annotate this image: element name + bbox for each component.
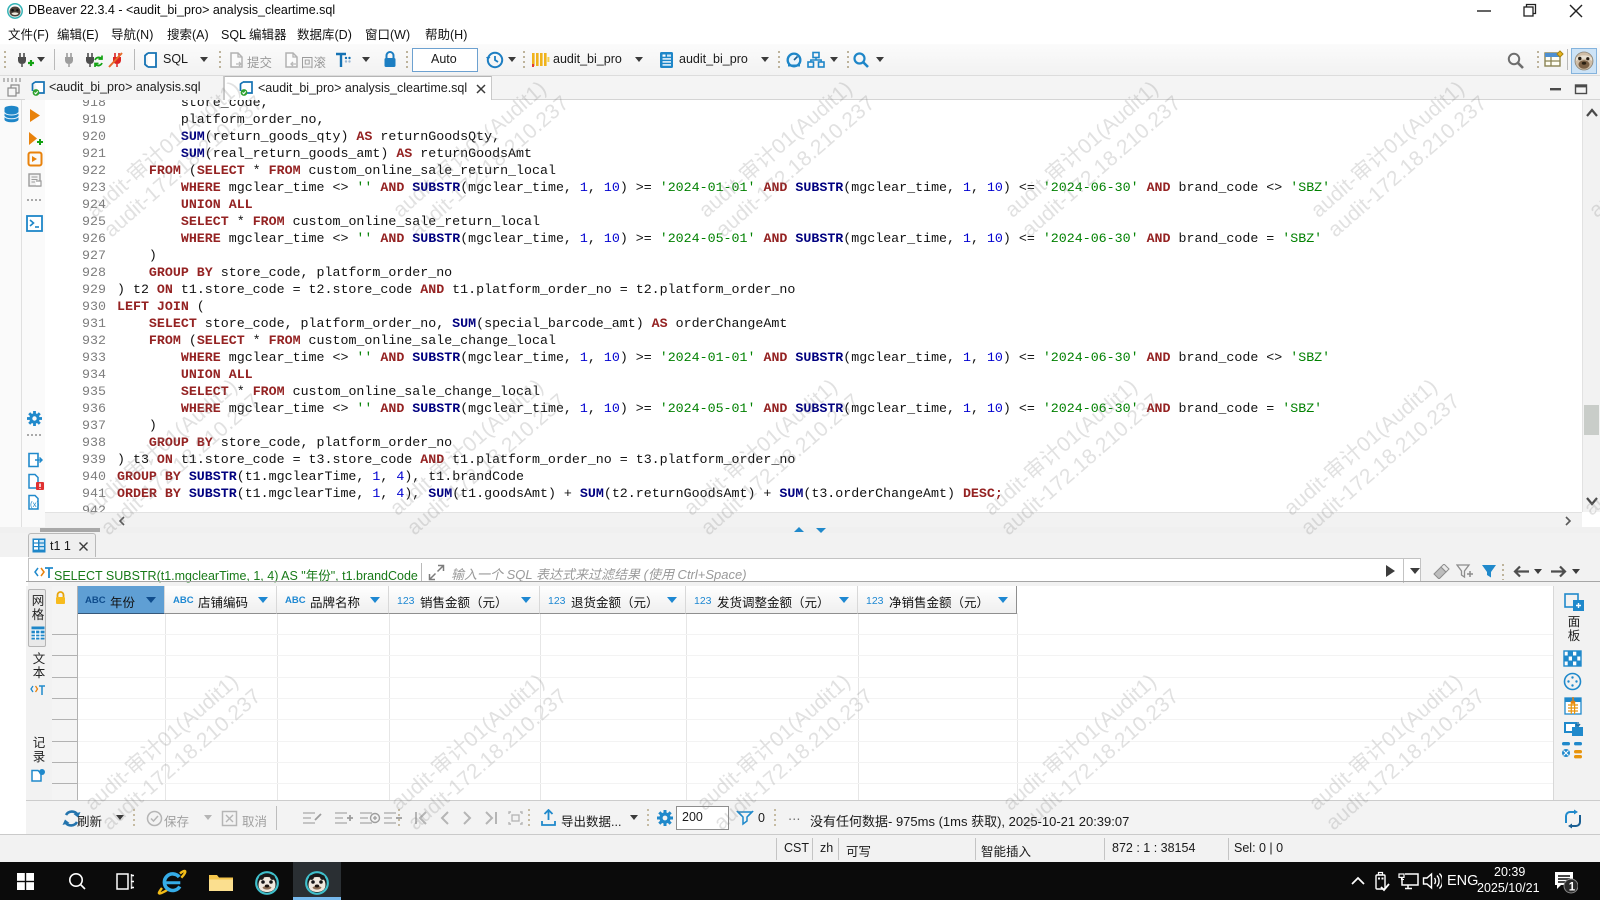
svg-text:1: 1 xyxy=(1569,882,1576,894)
